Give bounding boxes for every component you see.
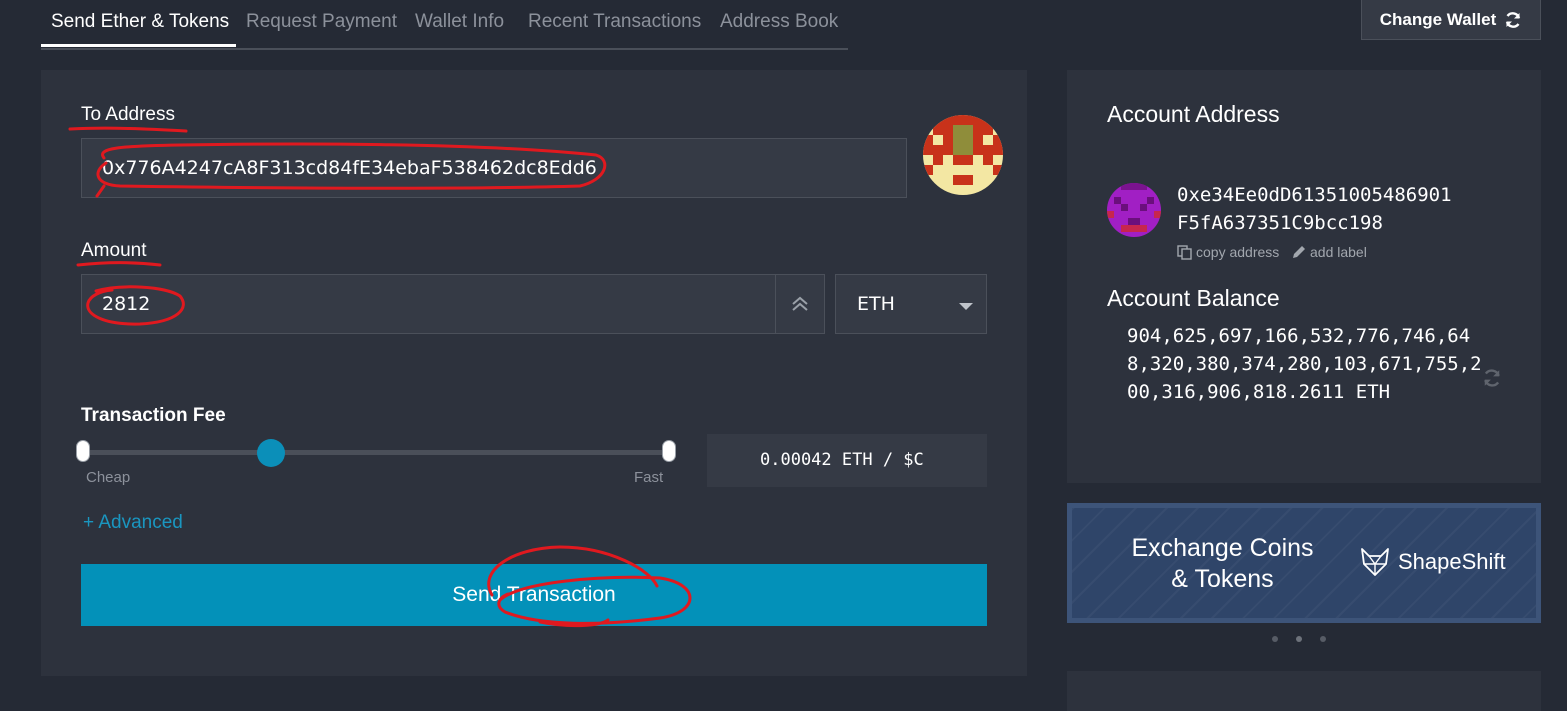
tab-recent-transactions[interactable]: Recent Transactions	[528, 11, 701, 33]
change-wallet-button[interactable]: Change Wallet	[1361, 0, 1541, 40]
carousel-dots	[1272, 636, 1326, 642]
banner-text: Exchange Coins & Tokens	[1115, 533, 1330, 595]
account-address-title: Account Address	[1107, 101, 1280, 127]
send-entire-balance-button[interactable]	[775, 274, 825, 334]
to-address-field[interactable]	[81, 138, 907, 198]
fee-amount-display: 0.00042 ETH / $C	[707, 434, 987, 487]
banner-text-line-1: Exchange Coins	[1131, 534, 1314, 562]
amount-field[interactable]	[81, 274, 776, 334]
currency-selected: ETH	[857, 293, 895, 315]
fee-slider-max-handle	[662, 440, 676, 462]
chevron-down-icon	[959, 303, 973, 310]
account-balance-value: 904,625,697,166,532,776,746,648,320,380,…	[1127, 325, 1482, 403]
to-address-label: To Address	[81, 104, 175, 125]
secondary-panel	[1067, 671, 1541, 711]
to-address-input[interactable]	[82, 139, 906, 197]
account-identicon	[1107, 183, 1161, 237]
refresh-icon	[1506, 11, 1521, 28]
add-label-label: add label	[1310, 244, 1367, 260]
pencil-icon	[1293, 246, 1305, 258]
account-panel	[1067, 70, 1541, 483]
refresh-balance-icon[interactable]	[1482, 368, 1502, 388]
shapeshift-brand: ShapeShift	[1360, 547, 1506, 577]
account-balance-title: Account Balance	[1107, 285, 1280, 311]
account-address-value: 0xe34Ee0dD61351005486901 F5fA637351C9bcc…	[1177, 181, 1452, 237]
copy-address-link[interactable]: copy address	[1177, 244, 1279, 260]
shapeshift-brand-label: ShapeShift	[1398, 549, 1506, 574]
add-label-link[interactable]: add label	[1292, 244, 1367, 260]
shapeshift-fox-icon	[1361, 548, 1389, 576]
active-tab-indicator	[41, 44, 236, 47]
fee-slider-track[interactable]	[83, 450, 669, 455]
account-address-line-1: 0xe34Ee0dD61351005486901	[1177, 184, 1452, 206]
double-chevron-up-icon	[792, 296, 808, 311]
transaction-fee-label: Transaction Fee	[81, 405, 226, 426]
carousel-dot[interactable]	[1272, 636, 1278, 642]
currency-select[interactable]: ETH	[835, 274, 987, 334]
carousel-dot[interactable]	[1320, 636, 1326, 642]
send-transaction-button[interactable]: Send Transaction	[81, 564, 987, 626]
fee-cheap-label: Cheap	[86, 469, 131, 486]
tab-wallet-info[interactable]: Wallet Info	[415, 11, 504, 33]
tab-address-book[interactable]: Address Book	[720, 11, 838, 33]
copy-icon	[1177, 244, 1192, 260]
tab-request-payment[interactable]: Request Payment	[246, 11, 397, 33]
fee-slider-min-handle	[76, 440, 90, 462]
recipient-identicon	[923, 115, 1003, 195]
change-wallet-label: Change Wallet	[1379, 9, 1497, 29]
tab-bar: Send Ether & Tokens Request Payment Wall…	[41, 0, 848, 50]
advanced-toggle[interactable]: + Advanced	[83, 512, 183, 534]
copy-address-label: copy address	[1196, 244, 1280, 260]
amount-input[interactable]	[82, 275, 775, 333]
fee-slider-thumb[interactable]	[256, 439, 285, 467]
account-address-line-2: F5fA637351C9bcc198	[1177, 212, 1383, 234]
fee-fast-label: Fast	[634, 469, 664, 486]
tab-send-ether-tokens[interactable]: Send Ether & Tokens	[51, 11, 229, 33]
carousel-dot-active[interactable]	[1296, 636, 1302, 642]
banner-text-line-2: & Tokens	[1171, 565, 1274, 593]
amount-label: Amount	[81, 240, 147, 261]
